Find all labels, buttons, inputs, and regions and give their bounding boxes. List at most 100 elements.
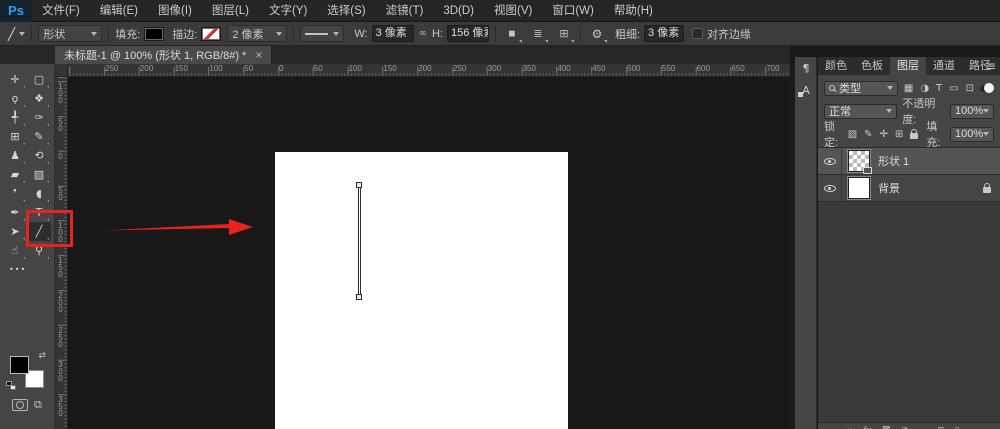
blend-mode-select[interactable]: 正常 [824,104,897,119]
filter-smart-objects-icon[interactable]: ⊡ [966,83,974,94]
paragraph-panel-icon[interactable]: ¶ [795,57,817,79]
stroke-color-swatch[interactable] [201,27,221,41]
path-alignment-button[interactable]: ≣ [528,25,548,43]
vertical-ruler: 10050050100150200250300350 [55,77,68,429]
menu-item-10[interactable]: 帮助(H) [604,0,663,22]
layer-style-icon[interactable]: fx [864,425,873,429]
ruler-label: 200 [418,64,431,73]
screen-mode-button[interactable]: ⧉ [34,398,42,412]
menu-item-4[interactable]: 文字(Y) [259,0,317,22]
more-tools[interactable]: ••• [3,260,51,279]
opacity-select[interactable]: 100% [950,104,994,119]
eraser-tool[interactable]: ▰ [3,165,27,184]
filter-type-layers-icon[interactable]: T [936,83,942,94]
lock-transparent-pixels-icon[interactable]: ▨ [848,129,857,140]
panel-tab-1[interactable]: 色板 [854,57,890,75]
document-tab[interactable]: 未标题-1 @ 100% (形状 1, RGB/8#) * × [55,46,272,64]
menu-item-7[interactable]: 3D(D) [433,0,484,22]
layer-group-icon[interactable]: ▭ [919,425,928,429]
path-arrangement-button[interactable]: ⊞ [554,25,574,43]
clone-stamp-tool[interactable]: ♟ [3,146,27,165]
menu-item-3[interactable]: 图层(L) [202,0,259,22]
filter-pixel-layers-icon[interactable]: ▦ [904,83,913,94]
menu-item-1[interactable]: 编辑(E) [90,0,148,22]
lasso-tool[interactable]: ϙ [3,89,27,108]
close-icon[interactable]: × [255,50,262,60]
menu-item-5[interactable]: 选择(S) [317,0,375,22]
layer-visibility-cell[interactable] [818,175,842,202]
layer-thumbnail[interactable] [848,177,870,199]
path-select-tool[interactable]: ➤ [3,222,27,241]
stroke-options-gear-button[interactable]: ⚙ [587,25,607,43]
hand-tool[interactable]: ☝ [3,241,27,260]
layer-row-0[interactable]: 形状 1 [818,148,1000,175]
shape-anchor-top[interactable] [356,182,362,188]
path-operations-button[interactable]: ◼ [502,25,522,43]
document-canvas[interactable] [275,152,568,429]
line-shape[interactable] [358,185,361,296]
default-colors-icon[interactable] [6,381,16,390]
link-dimensions-icon[interactable]: ∞ [419,28,427,39]
color-swatches: ⇄ [10,356,44,388]
stroke-type-select[interactable] [300,25,344,42]
tool-preset-caret-icon[interactable] [19,32,25,36]
clone-stamp-tool-icon: ♟ [10,149,20,162]
crop-tool[interactable]: ╃ [3,108,27,127]
healing-brush-tool[interactable]: ⊞ [3,127,27,146]
lock-artboard-icon[interactable]: ⊞ [895,129,903,140]
filter-type-select[interactable]: 类型 [824,81,898,96]
tool-flyout-icon [23,162,25,164]
layer-thumbnail[interactable] [848,150,870,172]
brush-tool[interactable]: ✎ [27,127,51,146]
menu-item-0[interactable]: 文件(F) [32,0,90,22]
menu-item-6[interactable]: 滤镜(T) [376,0,434,22]
character-panel-icon[interactable]: A [795,79,817,101]
pen-tool[interactable]: ✒ [3,203,27,222]
panel-tab-3[interactable]: 通道 [926,57,962,75]
stroke-width-select[interactable]: 2 像素 [227,25,287,42]
dodge-tool[interactable]: ◖ [27,184,51,203]
menu-item-9[interactable]: 窗口(W) [542,0,604,22]
layer-visibility-cell[interactable] [818,148,842,175]
filter-shape-layers-icon[interactable]: ▭ [949,83,958,94]
blur-tool[interactable]: ❜ [3,184,27,203]
panel-tab-2[interactable]: 图层 [890,57,926,75]
lock-all-icon[interactable] [910,133,918,139]
lock-icon [983,187,991,193]
adjustment-layer-icon[interactable]: ◑ [901,425,909,429]
canvas-area[interactable]: 2502001501005005010015020025030035040045… [55,64,790,429]
foreground-color-swatch[interactable] [10,356,29,374]
lock-image-pixels-icon[interactable]: ✎ [864,129,872,140]
shape-anchor-bottom[interactable] [356,294,362,300]
filter-toggle-switch[interactable] [980,82,994,94]
move-tool[interactable]: ✛ [3,70,27,89]
gradient-tool[interactable]: ▨ [27,165,51,184]
panel-tab-0[interactable]: 颜色 [818,57,854,75]
quick-mask-button[interactable] [12,399,28,411]
tool-mode-select[interactable]: 形状 [38,25,102,42]
quick-select-tool[interactable]: ❖ [27,89,51,108]
align-edges-checkbox[interactable] [692,28,703,39]
menu-item-8[interactable]: 视图(V) [484,0,542,22]
layer-mask-icon[interactable]: ◙ [882,425,891,429]
ruler-label: 400 [557,64,570,73]
shape-height-input[interactable]: 156 像素 [447,25,489,42]
fill-opacity-select[interactable]: 100% [950,127,994,142]
history-brush-tool[interactable]: ⟲ [27,146,51,165]
lock-position-icon[interactable]: ✛ [880,129,888,140]
panel-menu-icon[interactable]: ≡ [986,59,996,73]
shape-width-input[interactable]: 3 像素 [372,25,414,42]
link-layers-icon[interactable]: ∞ [846,425,854,429]
new-layer-icon[interactable]: ⊞ [937,425,945,429]
menu-item-2[interactable]: 图像(I) [148,0,202,22]
weight-label: 粗细: [615,26,640,42]
eyedropper-tool[interactable]: ✑ [27,108,51,127]
ruler-label: 500 [627,64,640,73]
marquee-tool[interactable]: ▢ [27,70,51,89]
swap-colors-icon[interactable]: ⇄ [38,351,46,361]
fill-color-swatch[interactable] [144,27,164,41]
filter-adjustment-layers-icon[interactable]: ◑ [920,83,929,94]
line-weight-input[interactable]: 3 像素 [644,25,684,42]
layer-row-1[interactable]: 背景 [818,175,1000,202]
delete-layer-icon[interactable]: ▯ [955,425,960,429]
